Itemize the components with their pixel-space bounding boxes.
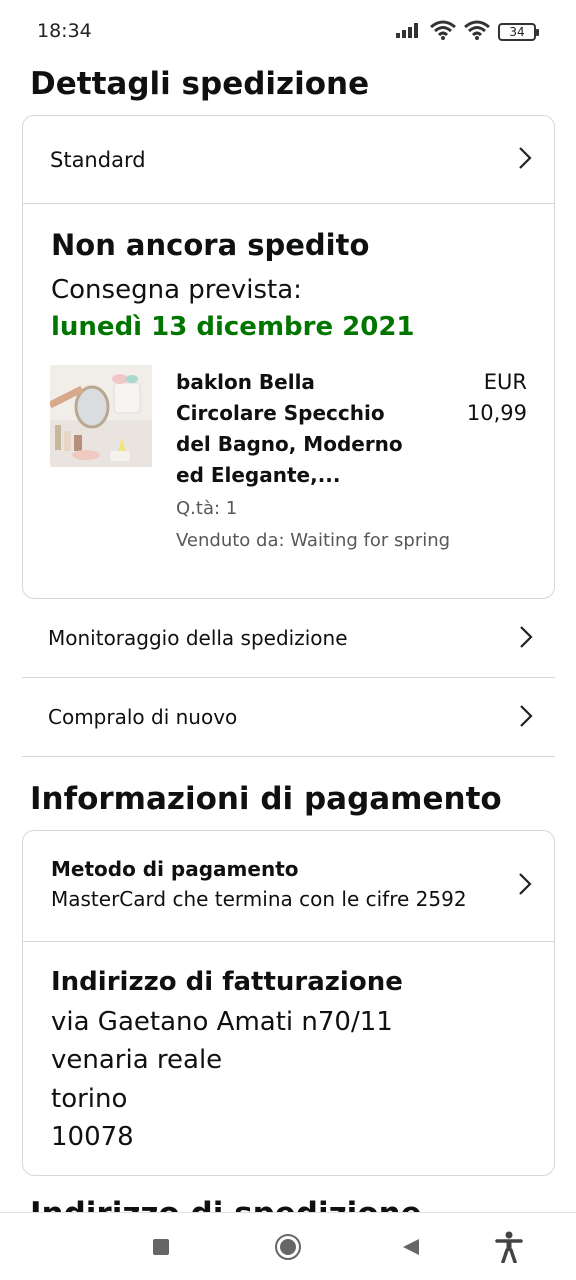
billing-address-title: Indirizzo di fatturazione [51,967,403,997]
shipment-status: Non ancora spedito [51,228,370,262]
chevron-right-icon [518,872,532,900]
price-value: 10,99 [466,401,527,425]
home-icon[interactable] [274,1233,302,1265]
navigation-bar [0,1212,576,1280]
billing-address-line: venaria reale [51,1045,223,1075]
wifi-icon [430,20,456,44]
shipping-card: Standard Non ancora spedito Consegna pre… [22,115,555,599]
chevron-right-icon [518,146,532,174]
chevron-right-icon [519,625,533,653]
product-quantity: Q.tà: 1 [176,498,238,519]
status-time: 18:34 [37,20,92,42]
back-icon[interactable] [401,1237,421,1261]
product-seller: Venduto da: Waiting for spring [176,530,451,551]
shipping-section-title: Dettagli spedizione [30,66,370,102]
status-icons: 34 [396,20,539,44]
payment-method-row[interactable]: Metodo di pagamento MasterCard che termi… [23,831,554,941]
delivery-label: Consegna prevista: [51,275,302,305]
chevron-right-icon [519,704,533,732]
buy-again-label: Compralo di nuovo [48,705,238,729]
shipping-method-row[interactable]: Standard [23,116,554,203]
wifi-icon [464,20,490,44]
payment-card: Metodo di pagamento MasterCard che termi… [22,830,555,1176]
product-name[interactable]: baklon Bella Circolare Specchio del Bagn… [176,367,416,491]
shipping-method-label: Standard [50,147,146,172]
divider [23,941,554,942]
product-name-line: del Bagno, Moderno [176,432,403,456]
payment-method-title: Metodo di pagamento [51,857,299,881]
product-name-line: Circolare Specchio [176,401,385,425]
battery-icon: 34 [498,23,539,41]
recents-icon[interactable] [151,1237,171,1261]
shipping-address-section-title: Indirizzo di spedizione [30,1196,422,1212]
track-shipment-label: Monitoraggio della spedizione [48,626,348,650]
billing-address-line: torino [51,1084,128,1114]
price-currency: EUR [483,370,527,394]
status-bar: 18:34 34 [0,0,576,64]
product-name-line: baklon Bella [176,370,315,394]
payment-section-title: Informazioni di pagamento [30,781,502,817]
buy-again-row[interactable]: Compralo di nuovo [22,679,555,757]
accessibility-icon[interactable] [494,1231,524,1267]
signal-icon [396,22,422,42]
product-image[interactable] [50,365,152,467]
product-name-line: ed Elegante,... [176,463,341,487]
track-shipment-row[interactable]: Monitoraggio della spedizione [22,600,555,678]
delivery-date: lunedì 13 dicembre 2021 [51,312,415,342]
billing-address-line: via Gaetano Amati n70/11 [51,1007,393,1037]
payment-method-value: MasterCard che termina con le cifre 2592 [51,887,467,911]
product-price: EUR 10,99 [437,367,527,429]
billing-address-line: 10078 [51,1122,134,1152]
